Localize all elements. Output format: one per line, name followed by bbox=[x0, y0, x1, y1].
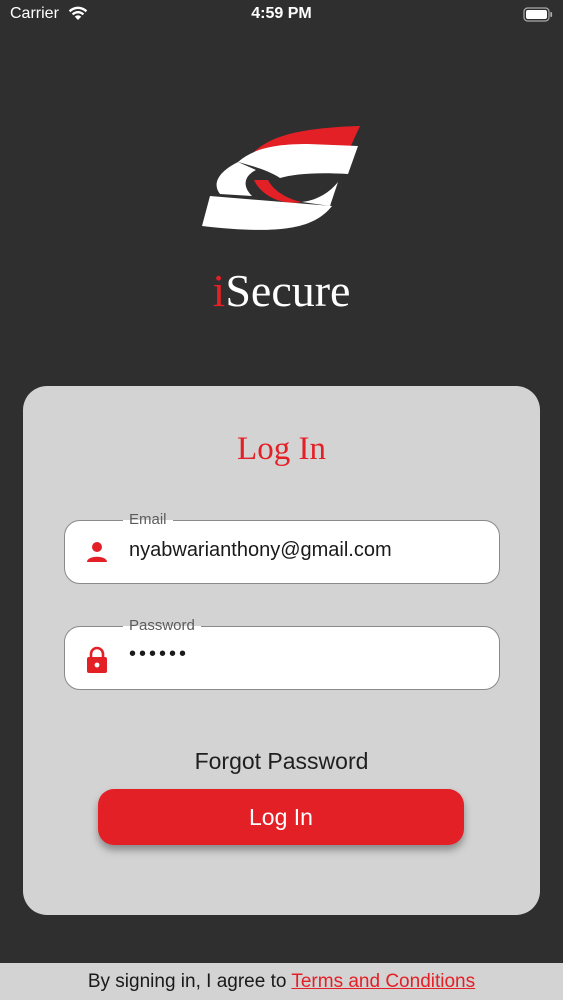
status-bar: Carrier 4:59 PM bbox=[0, 0, 563, 30]
password-value[interactable]: •••••• bbox=[129, 643, 189, 666]
app-name-rest: Secure bbox=[225, 265, 351, 316]
eye-logo-icon bbox=[198, 122, 366, 244]
app-name-accent: i bbox=[212, 265, 226, 316]
email-field-label: Email bbox=[123, 511, 173, 529]
person-icon bbox=[85, 540, 109, 564]
terms-footer: By signing in, I agree to Terms and Cond… bbox=[0, 963, 563, 1000]
terms-prefix: By signing in, I agree to bbox=[87, 971, 292, 992]
login-button[interactable]: Log In bbox=[98, 789, 464, 845]
status-time: 4:59 PM bbox=[251, 5, 312, 22]
email-field[interactable]: Email nyabwarianthony@gmail.com bbox=[64, 511, 500, 584]
battery-icon bbox=[523, 7, 553, 27]
login-card: Log In Email nyabwarianthony@gmail.com P… bbox=[23, 386, 540, 915]
forgot-password-link[interactable]: Forgot Password bbox=[23, 748, 540, 775]
login-title: Log In bbox=[237, 431, 326, 467]
app-name: iSecure bbox=[0, 268, 563, 314]
password-field[interactable]: Password •••••• bbox=[64, 617, 500, 690]
password-field-label: Password bbox=[123, 617, 201, 635]
lock-icon bbox=[85, 646, 109, 673]
terms-link[interactable]: Terms and Conditions bbox=[291, 971, 475, 992]
email-value[interactable]: nyabwarianthony@gmail.com bbox=[129, 539, 392, 562]
